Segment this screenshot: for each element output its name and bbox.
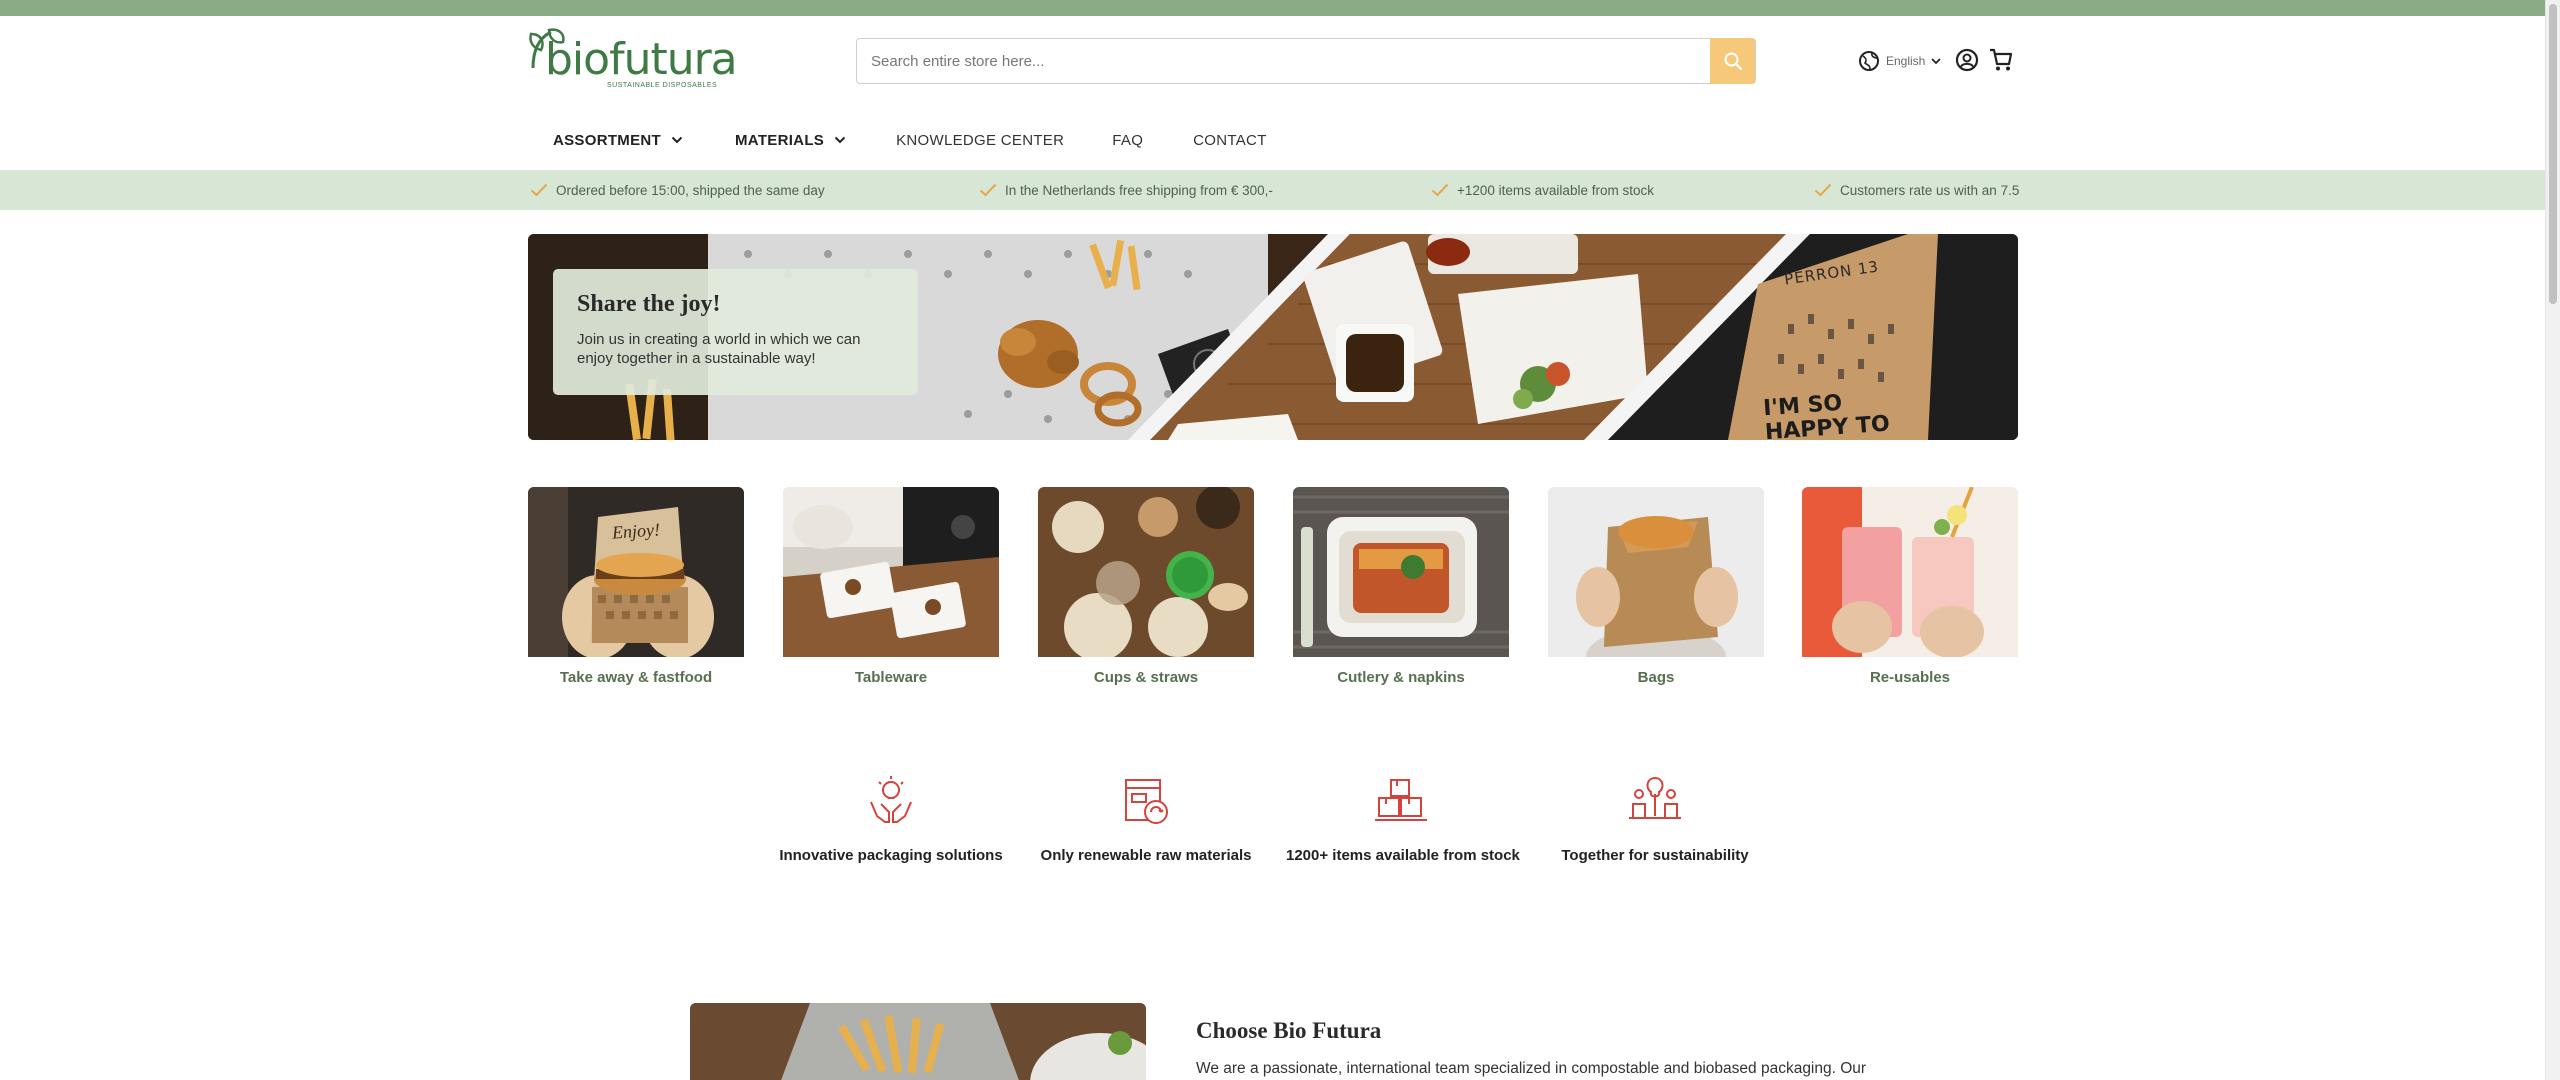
hero-card: Share the joy! Join us in creating a wor… [553, 269, 918, 395]
nav-item-contact[interactable]: CONTACT [1193, 132, 1266, 149]
scrollbar-thumb[interactable] [2549, 4, 2557, 304]
category-label: Cups & straws [1093, 669, 1199, 686]
account-icon[interactable] [1955, 48, 1979, 72]
boxes-stock-icon [1375, 779, 1427, 821]
feature-label: Innovative packaging solutions [779, 847, 1003, 864]
language-label: English [1886, 54, 1926, 68]
recycle-box-icon [1125, 779, 1168, 824]
choose-title: Choose Bio Futura [1196, 1018, 1382, 1043]
language-switcher[interactable]: English [1858, 48, 1941, 74]
category-take-away[interactable]: Enjoy! Take away & fastfood [528, 487, 744, 686]
logo-tagline: SUSTAINABLE DISPOSABLES [607, 82, 718, 89]
feature-label: Together for sustainability [1561, 847, 1749, 864]
search-icon [1724, 52, 1742, 71]
search-box [856, 38, 1756, 84]
usp-item: Ordered before 15:00, shipped the same d… [530, 170, 825, 210]
category-cups-straws[interactable]: Cups & straws [1038, 487, 1254, 686]
category-image [1548, 487, 1764, 657]
chevron-down-icon [834, 136, 846, 144]
page-scrollbar[interactable] [2545, 0, 2560, 1080]
nav-item-faq[interactable]: FAQ [1112, 132, 1143, 149]
feature-together: Together for sustainability [1540, 772, 1770, 864]
choose-image [690, 1003, 1146, 1080]
usp-text: Customers rate us with an 7.5 [1840, 182, 2020, 198]
hero-text: Join us in creating a world in which we … [577, 331, 861, 367]
check-icon [979, 183, 997, 197]
bag-print-slogan: I'M SO HAPPY TO [1762, 390, 1891, 440]
nav-item-label: CONTACT [1193, 131, 1267, 149]
top-announcement-strip [0, 0, 2545, 16]
hero-banner[interactable]: PERRON 13 I'M SO HAPPY TO Share the joy!… [528, 234, 2018, 440]
category-label: Tableware [854, 669, 928, 686]
category-label: Take away & fastfood [559, 669, 713, 686]
category-tableware[interactable]: Tableware [783, 487, 999, 686]
people-tree-icon [1629, 776, 1681, 819]
chevron-down-icon [671, 136, 683, 144]
nav-item-knowledge-center[interactable]: KNOWLEDGE CENTER [896, 132, 1064, 149]
nav-item-label: FAQ [1112, 131, 1144, 149]
usp-item: In the Netherlands free shipping from € … [979, 170, 1273, 210]
category-label: Cutlery & napkins [1337, 669, 1465, 686]
main-nav: ASSORTMENT MATERIALS KNOWLEDGE CENTER FA… [553, 128, 1267, 152]
feature-stock: 1200+ items available from stock [1286, 772, 1520, 864]
nav-item-label: MATERIALS [735, 131, 825, 149]
nav-item-label: ASSORTMENT [553, 131, 661, 149]
category-image [1293, 487, 1509, 657]
hero-title: Share the joy! [577, 291, 721, 317]
category-image: Enjoy! [528, 487, 744, 657]
category-image [1802, 487, 2018, 657]
category-re-usables[interactable]: Re-usables [1802, 487, 2018, 686]
feature-label: Only renewable raw materials [1040, 847, 1252, 864]
hands-lightbulb-icon [870, 776, 912, 823]
cart-icon[interactable] [1988, 47, 2014, 73]
nav-item-label: KNOWLEDGE CENTER [896, 131, 1065, 149]
feature-renewable: Only renewable raw materials [1031, 772, 1261, 864]
usp-text: +1200 items available from stock [1457, 182, 1654, 198]
category-cutlery-napkins[interactable]: Cutlery & napkins [1293, 487, 1509, 686]
category-label: Bags [1637, 669, 1675, 686]
chevron-down-icon [1931, 58, 1941, 65]
check-icon [530, 183, 548, 197]
search-button[interactable] [1710, 38, 1755, 84]
box-print: Enjoy! [611, 519, 661, 543]
feature-innovative: Innovative packaging solutions [776, 772, 1006, 864]
usp-text: In the Netherlands free shipping from € … [1005, 182, 1273, 198]
feature-label: 1200+ items available from stock [1286, 847, 1520, 864]
category-image [783, 487, 999, 657]
logo[interactable]: biofutura SUSTAINABLE DISPOSABLES [527, 28, 738, 94]
usp-item: Customers rate us with an 7.5 [1814, 170, 2019, 210]
check-icon [1814, 183, 1832, 197]
choose-text: We are a passionate, international team … [1196, 1060, 1867, 1077]
category-image [1038, 487, 1254, 657]
search-input[interactable] [857, 39, 1711, 83]
usp-text: Ordered before 15:00, shipped the same d… [556, 182, 825, 198]
nav-item-assortment[interactable]: ASSORTMENT [553, 132, 683, 149]
category-bags[interactable]: Bags [1548, 487, 1764, 686]
nav-item-materials[interactable]: MATERIALS [735, 132, 846, 149]
category-label: Re-usables [1869, 669, 1951, 686]
logo-wordmark: biofutura [545, 34, 738, 85]
usp-bar: Ordered before 15:00, shipped the same d… [0, 170, 2545, 210]
globe-icon [1859, 51, 1879, 71]
usp-item: +1200 items available from stock [1431, 170, 1654, 210]
check-icon [1431, 183, 1449, 197]
